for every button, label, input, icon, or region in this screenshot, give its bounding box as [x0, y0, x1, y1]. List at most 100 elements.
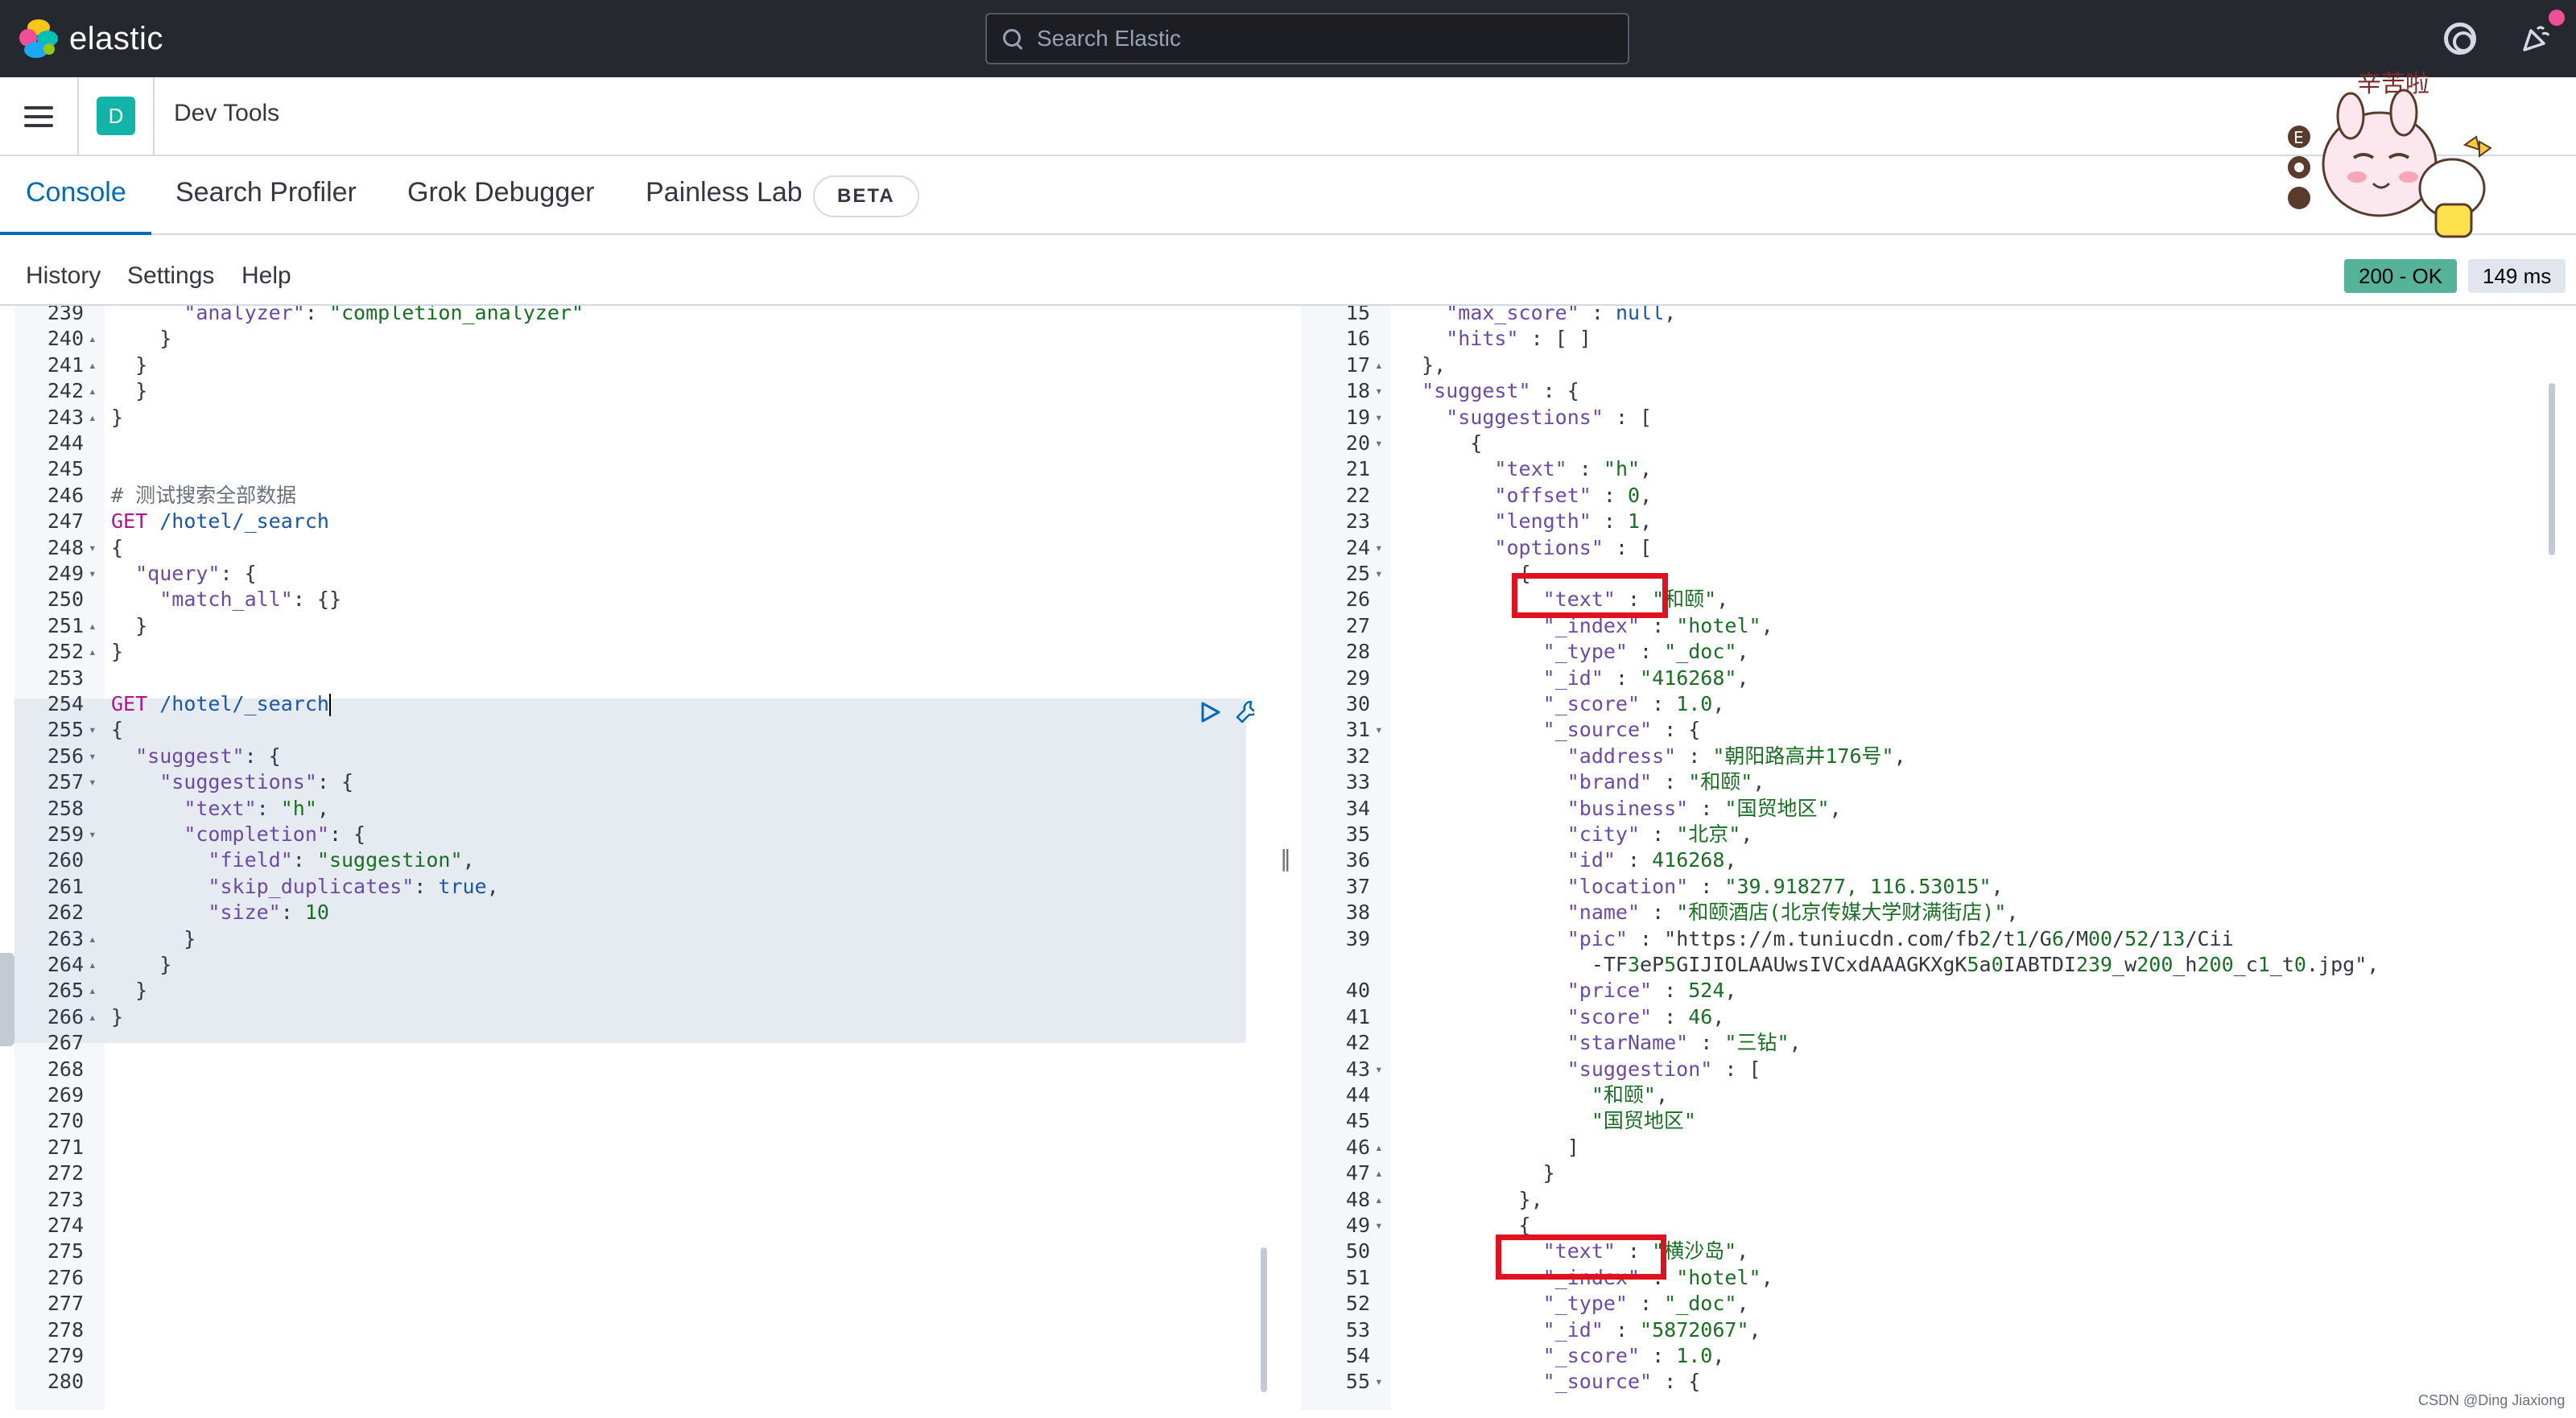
code-line: 38 "name" : "和颐酒店(北京传媒大学财满街店)", — [1301, 899, 2576, 925]
line-number: 272 — [47, 1161, 84, 1185]
help-icon[interactable] — [2444, 23, 2476, 55]
code-line: 262 "size": 10 — [14, 899, 1254, 925]
history-link[interactable]: History — [26, 262, 101, 290]
code-text: } — [111, 979, 148, 1003]
fold-toggle-icon[interactable]: ▴ — [1375, 1134, 1383, 1160]
code-line: 47 ▴ } — [1301, 1160, 2576, 1186]
tab-painless-lab[interactable]: Painless Lab — [646, 177, 803, 208]
line-number: 55 — [1345, 1370, 1370, 1394]
line-number: 260 — [47, 848, 84, 872]
code-text: -TF3eP5GIJIOLAAUwsIVCxdAAAGKXgK5a0IABTDI… — [1397, 953, 2380, 976]
fold-toggle-icon[interactable]: ▾ — [1375, 716, 1383, 743]
fold-toggle-icon[interactable]: ▾ — [1375, 1368, 1383, 1395]
request-editor[interactable]: 239 "analyzer": "completion_analyzer" 240… — [14, 306, 1254, 1410]
line-number: 256 — [47, 744, 84, 768]
code-text: "_id" : "416268", — [1542, 666, 1749, 690]
beta-badge: BETA — [813, 175, 919, 217]
line-number: 32 — [1345, 744, 1370, 768]
line-number: 249 — [47, 562, 84, 585]
line-number: 263 — [47, 926, 84, 950]
run-request-icon[interactable] — [1198, 700, 1222, 724]
code-line: 240 ▴ } — [14, 325, 1254, 352]
code-line: 261 "skip_duplicates": true, — [14, 873, 1254, 900]
fold-toggle-icon[interactable]: ▾ — [89, 743, 97, 769]
fold-toggle-icon[interactable]: ▴ — [89, 977, 97, 1004]
response-scrollbar[interactable] — [2549, 383, 2555, 555]
fold-toggle-icon[interactable]: ▾ — [89, 716, 97, 743]
tab-console[interactable]: Console — [26, 177, 126, 208]
line-number: 53 — [1345, 1317, 1370, 1342]
line-number: 243 — [47, 405, 84, 429]
code-text: { — [1397, 431, 1483, 455]
newsfeed-icon[interactable] — [2520, 23, 2552, 55]
fold-toggle-icon[interactable]: ▴ — [89, 1004, 97, 1030]
pane-resize-handle[interactable]: ‖ — [1280, 845, 1291, 872]
settings-link[interactable]: Settings — [127, 262, 214, 290]
line-number: 254 — [47, 692, 84, 715]
fold-toggle-icon[interactable]: ▾ — [89, 560, 97, 587]
fold-toggle-icon[interactable]: ▾ — [1375, 404, 1383, 431]
fold-toggle-icon[interactable]: ▴ — [1375, 1186, 1383, 1213]
fold-toggle-icon[interactable]: ▾ — [1375, 1056, 1383, 1082]
global-search[interactable] — [985, 13, 1629, 64]
fold-toggle-icon[interactable]: ▾ — [89, 534, 97, 561]
code-line: 54 "_score" : 1.0, — [1301, 1342, 2576, 1369]
tab-search-profiler[interactable]: Search Profiler — [175, 177, 357, 208]
fold-toggle-icon[interactable]: ▾ — [89, 769, 97, 795]
fold-toggle-icon[interactable]: ▾ — [1375, 377, 1383, 404]
fold-toggle-icon[interactable]: ▾ — [89, 821, 97, 847]
fold-toggle-icon[interactable]: ▾ — [1375, 534, 1383, 561]
code-line: 43 ▾ "suggestion" : [ — [1301, 1056, 2576, 1082]
code-line: 22 "offset" : 0, — [1301, 482, 2576, 509]
fold-toggle-icon[interactable]: ▴ — [89, 925, 97, 952]
code-text: "_type" : "_doc", — [1542, 640, 1749, 664]
code-line: 19 ▾ "suggestions" : [ — [1301, 404, 2576, 431]
elastic-logo[interactable]: elastic — [19, 18, 163, 60]
space-avatar[interactable]: D — [97, 97, 135, 135]
line-number: 41 — [1345, 1004, 1370, 1028]
request-scrollbar[interactable] — [1261, 1247, 1267, 1392]
code-text: "suggest" : { — [1422, 379, 1579, 403]
fold-toggle-icon[interactable]: ▴ — [89, 951, 97, 978]
code-text: # 测试搜索全部数据 — [111, 483, 297, 507]
fold-toggle-icon[interactable]: ▴ — [89, 638, 97, 665]
fold-toggle-icon[interactable]: ▴ — [1375, 352, 1383, 378]
fold-toggle-icon[interactable]: ▴ — [89, 612, 97, 639]
request-time-badge: 149 ms — [2468, 259, 2566, 293]
line-number: 248 — [47, 535, 84, 559]
line-number: 275 — [47, 1239, 84, 1263]
fold-toggle-icon[interactable]: ▴ — [1375, 1160, 1383, 1186]
tab-grok-debugger[interactable]: Grok Debugger — [407, 177, 594, 208]
line-number: 36 — [1345, 848, 1370, 872]
search-icon — [1001, 27, 1024, 50]
code-text: "match_all": {} — [159, 587, 342, 612]
code-line: 55 ▾ "_source" : { — [1301, 1368, 2576, 1395]
line-number: 27 — [1345, 613, 1370, 637]
fold-toggle-icon[interactable]: ▾ — [1375, 430, 1383, 456]
fold-toggle-icon[interactable]: ▴ — [89, 404, 97, 431]
line-number: 15 — [1345, 306, 1370, 324]
code-line: 275 — [14, 1238, 1254, 1264]
code-text: } — [1397, 1161, 1555, 1185]
menu-icon[interactable] — [24, 106, 53, 127]
response-viewer[interactable]: 15 "max_score" : null, 16 "hits" : [ ] 17 ▴… — [1301, 306, 2576, 1410]
help-link[interactable]: Help — [242, 262, 291, 290]
code-line: 270 — [14, 1107, 1254, 1134]
fold-toggle-icon[interactable]: ▾ — [1375, 560, 1383, 587]
side-drawer-handle[interactable] — [0, 953, 14, 1046]
code-line: 280 — [14, 1368, 1254, 1395]
app-bar: D Dev Tools — [0, 77, 2576, 156]
line-number: 17 — [1345, 352, 1370, 377]
line-number: 257 — [47, 770, 84, 794]
code-text: } — [111, 953, 172, 976]
code-line: 37 "location" : "39.918277, 116.53015", — [1301, 873, 2576, 900]
code-text: "length" : 1, — [1494, 509, 1653, 534]
line-number: 25 — [1345, 562, 1370, 585]
code-text: "国贸地区" — [1591, 1109, 1696, 1133]
fold-toggle-icon[interactable]: ▴ — [89, 325, 97, 352]
fold-toggle-icon[interactable]: ▴ — [89, 377, 97, 404]
wrench-icon[interactable] — [1235, 699, 1254, 724]
fold-toggle-icon[interactable]: ▴ — [89, 352, 97, 378]
fold-toggle-icon[interactable]: ▾ — [1375, 1212, 1383, 1239]
search-input[interactable] — [1037, 26, 1600, 52]
